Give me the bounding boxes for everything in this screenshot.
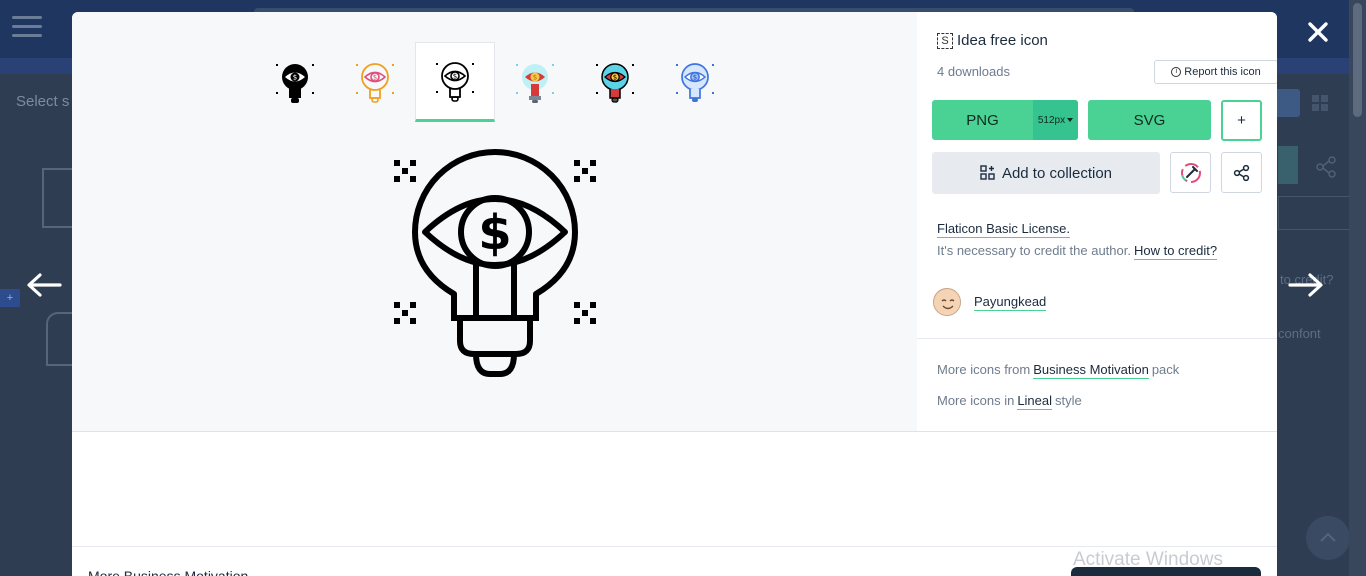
avatar-face-icon bbox=[934, 289, 960, 315]
grid-icon bbox=[1312, 95, 1328, 111]
more-style-prefix: More icons in bbox=[937, 393, 1015, 408]
credit-note: It's necessary to credit the author. How… bbox=[937, 243, 1218, 260]
share-icon bbox=[1316, 156, 1336, 178]
author-name-link[interactable]: Payungkead bbox=[974, 294, 1047, 311]
divider bbox=[72, 546, 1277, 547]
page-scrollbar[interactable] bbox=[1349, 0, 1366, 576]
more-pack-suffix: pack bbox=[1151, 362, 1180, 377]
svg-text:$: $ bbox=[613, 74, 617, 82]
background-plus-tab: + bbox=[0, 289, 20, 307]
edit-color-icon bbox=[1180, 162, 1201, 183]
background-icon bbox=[46, 312, 72, 366]
share-button[interactable] bbox=[1221, 152, 1262, 193]
png-size-label: 512px bbox=[1037, 114, 1066, 126]
variant-lineal-color-orange[interactable]: $ bbox=[335, 42, 415, 122]
lightbulb-eye-icon: $ bbox=[276, 64, 314, 103]
report-icon-button[interactable]: i Report this icon bbox=[1154, 60, 1277, 84]
more-formats-button[interactable]: + bbox=[1221, 100, 1262, 141]
chevron-down-icon bbox=[1067, 118, 1074, 122]
pack-link[interactable]: Business Motivation bbox=[1033, 362, 1149, 379]
download-png-button[interactable]: PNG 512px bbox=[932, 100, 1078, 140]
lightbulb-eye-dollar-icon: $ bbox=[394, 149, 596, 377]
svg-text:$: $ bbox=[293, 74, 297, 82]
lightbulb-eye-icon: $ bbox=[436, 62, 474, 102]
previous-arrow-icon[interactable] bbox=[24, 270, 64, 300]
edit-icon-button[interactable] bbox=[1170, 152, 1211, 193]
background-button bbox=[1278, 146, 1298, 184]
scroll-to-top-button bbox=[1306, 516, 1350, 560]
add-to-collection-button[interactable]: Add to collection bbox=[932, 152, 1160, 194]
lightbulb-eye-icon: $ bbox=[356, 63, 394, 103]
background-text: confont bbox=[1278, 326, 1321, 341]
variant-lineal[interactable]: $ bbox=[415, 42, 495, 122]
chevron-up-icon bbox=[1320, 532, 1336, 542]
download-count: 4 downloads bbox=[937, 64, 1010, 79]
png-label: PNG bbox=[966, 111, 999, 129]
more-style-suffix: style bbox=[1055, 393, 1082, 408]
variant-glyph[interactable]: $ bbox=[255, 42, 335, 122]
style-link[interactable]: Lineal bbox=[1017, 393, 1053, 410]
share-icon bbox=[1233, 164, 1249, 181]
lightbulb-eye-icon: $ bbox=[516, 64, 554, 103]
close-icon[interactable] bbox=[1304, 18, 1332, 46]
collection-label: Add to collection bbox=[1001, 164, 1113, 182]
variant-blue[interactable]: $ bbox=[655, 42, 735, 122]
icon-title-row: S Idea free icon bbox=[937, 32, 1048, 49]
author-avatar[interactable] bbox=[933, 288, 961, 316]
icon-title: Idea free icon bbox=[957, 32, 1048, 49]
divider bbox=[917, 338, 1277, 339]
svg-text:$: $ bbox=[533, 74, 537, 82]
scrollbar-thumb[interactable] bbox=[1353, 3, 1362, 117]
collection-icon bbox=[980, 165, 995, 180]
background-select-label: Select s bbox=[16, 93, 70, 110]
icon-detail-modal: $ $ $ $ $ $ $ S Idea free icon 4 downloa… bbox=[72, 12, 1277, 576]
svg-text:$: $ bbox=[373, 74, 377, 82]
report-label: Report this icon bbox=[1184, 66, 1261, 78]
credit-text: It's necessary to credit the author. bbox=[937, 243, 1131, 258]
next-arrow-icon[interactable] bbox=[1286, 270, 1326, 300]
svg-text:$: $ bbox=[453, 73, 457, 81]
download-svg-button[interactable]: SVG bbox=[1088, 100, 1211, 140]
menu-icon bbox=[12, 16, 42, 38]
icon-type-badge: S bbox=[937, 32, 953, 49]
icon-preview-panel: $ $ $ $ $ $ $ bbox=[72, 12, 917, 431]
png-size-dropdown[interactable]: 512px bbox=[1033, 100, 1078, 140]
license-link[interactable]: Flaticon Basic License. bbox=[937, 221, 1070, 238]
bottom-dark-button[interactable] bbox=[1071, 567, 1261, 576]
more-in-style: More icons in Lineal style bbox=[937, 393, 1082, 410]
svg-text:$: $ bbox=[693, 74, 697, 82]
divider bbox=[72, 431, 1277, 432]
info-icon: i bbox=[1171, 67, 1182, 77]
variant-flat[interactable]: $ bbox=[495, 42, 575, 122]
how-to-credit-link[interactable]: How to credit? bbox=[1133, 243, 1218, 260]
background-icon bbox=[42, 168, 72, 228]
more-from-pack: More icons from Business Motivation pack bbox=[937, 362, 1179, 379]
variant-lineal-color[interactable]: $ bbox=[575, 42, 655, 122]
more-pack-prefix: More icons from bbox=[937, 362, 1031, 377]
lightbulb-eye-icon: $ bbox=[596, 63, 634, 103]
lightbulb-eye-icon: $ bbox=[676, 63, 714, 102]
related-section-title: More Business Motivation bbox=[88, 568, 249, 576]
svg-text:$: $ bbox=[478, 205, 511, 261]
icon-info-panel: S Idea free icon 4 downloads i Report th… bbox=[917, 12, 1277, 431]
